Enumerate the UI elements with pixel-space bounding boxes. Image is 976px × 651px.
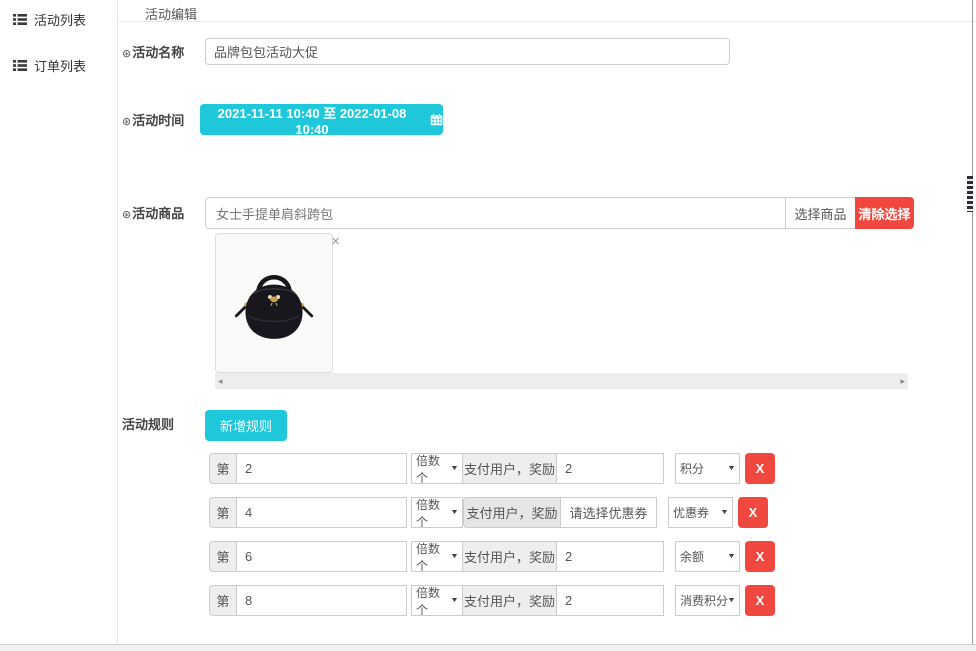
handbag-image <box>228 253 320 353</box>
reward-type-select[interactable]: 优惠券 ▼ <box>668 497 733 528</box>
multiple-count-input[interactable] <box>236 453 407 484</box>
multiplier-select-value: 倍数个 <box>416 452 451 486</box>
chevron-down-icon: ▼ <box>450 465 459 472</box>
chevron-down-icon: ▼ <box>727 597 736 604</box>
rules-rows: 第 倍数个 ▼ 支付用户，奖励 积分 ▼ X 第 倍数个 ▼ 支付用户，奖励 请… <box>209 453 775 629</box>
multiplier-select-value: 倍数个 <box>416 540 451 574</box>
sidebar-item-activity-list[interactable]: 活动列表 <box>0 0 117 39</box>
rule-row: 第 倍数个 ▼ 支付用户，奖励 请选择优惠券 优惠券 ▼ X <box>209 497 775 528</box>
multiplier-select-value: 倍数个 <box>416 584 451 618</box>
chevron-down-icon: ▼ <box>720 509 729 516</box>
product-strip-scrollbar[interactable]: ◂ ▸ <box>215 373 908 389</box>
reward-value-input[interactable] <box>556 541 664 572</box>
delete-rule-button[interactable]: X <box>745 585 775 616</box>
list-icon <box>13 14 27 25</box>
calendar-icon <box>430 113 443 126</box>
multiplier-select[interactable]: 倍数个 ▼ <box>411 585 463 616</box>
reward-type-select-value: 余额 <box>680 548 704 565</box>
multiplier-select[interactable]: 倍数个 ▼ <box>411 497 463 528</box>
tab-bar: 活动编辑 <box>119 0 976 22</box>
chevron-down-icon: ▼ <box>450 509 459 516</box>
scroll-left-icon[interactable]: ◂ <box>218 377 223 386</box>
product-name-input[interactable] <box>205 197 786 229</box>
date-range-text: 2021-11-11 10:40 至 2022-01-08 10:40 <box>200 103 424 137</box>
tab-activity-edit[interactable]: 活动编辑 <box>145 4 197 23</box>
add-rule-button[interactable]: 新增规则 <box>205 410 287 441</box>
reward-value-input[interactable] <box>556 585 664 616</box>
reward-type-select[interactable]: 消费积分 ▼ <box>675 585 740 616</box>
reward-type-select[interactable]: 积分 ▼ <box>675 453 740 484</box>
activity-time-label: ⊛活动时间 <box>122 110 184 129</box>
list-icon <box>13 60 27 71</box>
chevron-down-icon: ▼ <box>727 553 736 560</box>
clear-selection-button[interactable]: 清除选择 <box>855 197 914 229</box>
activity-name-input[interactable] <box>205 38 730 65</box>
required-icon: ⊛ <box>122 209 131 221</box>
multiplier-select-value: 倍数个 <box>416 496 451 530</box>
choose-coupon-button[interactable]: 请选择优惠券 <box>560 497 657 528</box>
vertical-scrollbar-thumb[interactable] <box>967 176 973 212</box>
sidebar-item-label: 订单列表 <box>34 56 86 75</box>
date-range-button[interactable]: 2021-11-11 10:40 至 2022-01-08 10:40 <box>200 104 443 135</box>
reward-type-select-value: 积分 <box>680 460 704 477</box>
required-icon: ⊛ <box>122 48 131 60</box>
activity-name-label: ⊛活动名称 <box>122 42 184 61</box>
product-thumbnail[interactable] <box>215 233 333 373</box>
ordinal-prefix-label: 第 <box>209 585 237 616</box>
multiplier-select[interactable]: 倍数个 ▼ <box>411 541 463 572</box>
reward-condition-label: 支付用户，奖励 <box>462 541 557 572</box>
activity-rules-label: 活动规则 <box>122 414 174 433</box>
multiplier-select[interactable]: 倍数个 ▼ <box>411 453 463 484</box>
ordinal-prefix-label: 第 <box>209 497 237 528</box>
multiple-count-input[interactable] <box>236 497 407 528</box>
rule-row: 第 倍数个 ▼ 支付用户，奖励 积分 ▼ X <box>209 453 775 484</box>
multiple-count-input[interactable] <box>236 585 407 616</box>
sidebar-item-label: 活动列表 <box>34 10 86 29</box>
horizontal-page-scrollbar[interactable] <box>0 644 976 651</box>
delete-rule-button[interactable]: X <box>738 497 768 528</box>
sidebar-item-order-list[interactable]: 订单列表 <box>0 46 117 85</box>
vertical-scrollbar-track[interactable] <box>972 0 973 644</box>
rule-row: 第 倍数个 ▼ 支付用户，奖励 消费积分 ▼ X <box>209 585 775 616</box>
multiple-count-input[interactable] <box>236 541 407 572</box>
chevron-down-icon: ▼ <box>450 553 459 560</box>
reward-condition-label: 支付用户，奖励 <box>462 585 557 616</box>
delete-rule-button[interactable]: X <box>745 453 775 484</box>
remove-thumbnail-button[interactable]: ✕ <box>329 233 342 250</box>
required-icon: ⊛ <box>122 116 131 128</box>
scroll-right-icon[interactable]: ▸ <box>900 377 905 386</box>
reward-type-select-value: 优惠券 <box>673 504 709 521</box>
chevron-down-icon: ▼ <box>727 465 736 472</box>
reward-condition-button[interactable]: 支付用户，奖励 <box>463 497 561 528</box>
delete-rule-button[interactable]: X <box>745 541 775 572</box>
reward-value-input[interactable] <box>556 453 664 484</box>
select-product-button[interactable]: 选择商品 <box>785 197 856 229</box>
ordinal-prefix-label: 第 <box>209 541 237 572</box>
activity-product-label: ⊛活动商品 <box>122 203 184 222</box>
reward-type-select[interactable]: 余额 ▼ <box>675 541 740 572</box>
ordinal-prefix-label: 第 <box>209 453 237 484</box>
reward-condition-label: 支付用户，奖励 <box>462 453 557 484</box>
rule-row: 第 倍数个 ▼ 支付用户，奖励 余额 ▼ X <box>209 541 775 572</box>
chevron-down-icon: ▼ <box>450 597 459 604</box>
sidebar: 活动列表 订单列表 <box>0 0 118 644</box>
reward-type-select-value: 消费积分 <box>680 592 728 609</box>
